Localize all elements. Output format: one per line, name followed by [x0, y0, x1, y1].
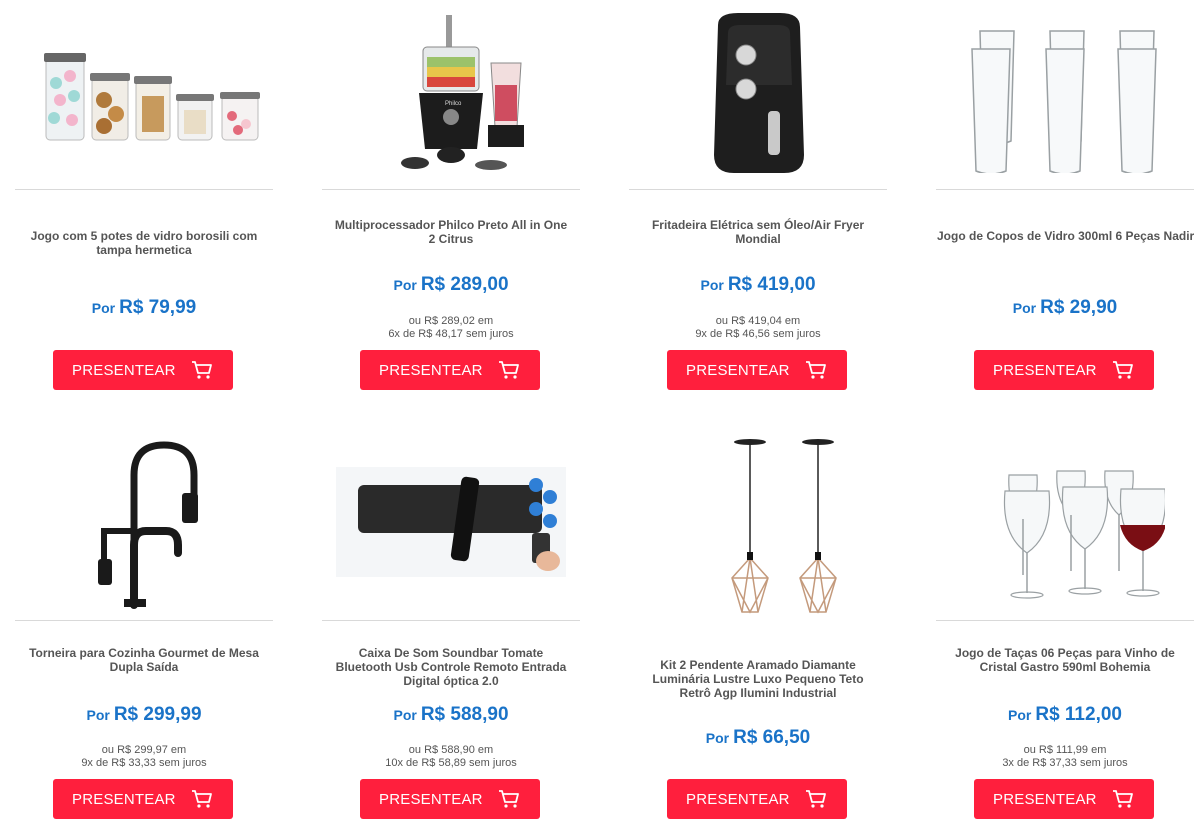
product-price: Por R$ 29,90: [936, 297, 1194, 319]
price-prefix: Por: [86, 707, 110, 723]
shopping-cart-icon: [806, 361, 826, 379]
installment-plan: 3x de R$ 37,33 sem juros: [1002, 757, 1128, 769]
product-image-jars[interactable]: [15, 0, 273, 185]
price-prefix: Por: [393, 707, 417, 723]
brand-text: Philco: [445, 101, 462, 107]
shopping-cart-icon: [806, 790, 826, 808]
price-prefix: Por: [1008, 707, 1032, 723]
button-label: PRESENTEAR: [686, 790, 790, 808]
divider: [322, 189, 580, 190]
shopping-cart-icon: [499, 361, 519, 379]
product-image-wine-glasses[interactable]: [936, 430, 1194, 616]
button-label: PRESENTEAR: [686, 361, 790, 379]
product-image-faucet[interactable]: [15, 430, 273, 616]
product-image-food-processor[interactable]: Philco: [322, 0, 580, 185]
presentear-button[interactable]: PRESENTEAR: [53, 779, 233, 819]
presentear-button[interactable]: PRESENTEAR: [667, 350, 847, 390]
installment-total: ou R$ 588,90 em: [408, 744, 494, 756]
button-label: PRESENTEAR: [72, 790, 176, 808]
product-price: Por R$ 289,00: [322, 274, 580, 296]
price-prefix: Por: [91, 300, 116, 316]
installment-total: ou R$ 419,04 em: [715, 315, 801, 327]
price-value: R$ 66,50: [733, 727, 811, 748]
presentear-button[interactable]: PRESENTEAR: [360, 779, 540, 819]
button-label: PRESENTEAR: [72, 361, 176, 379]
product-title[interactable]: Kit 2 Pendente Aramado Diamante Luminári…: [629, 658, 887, 700]
divider: [936, 620, 1194, 621]
installment-total: ou R$ 111,99 em: [1023, 744, 1107, 756]
shopping-cart-icon: [1113, 361, 1133, 379]
price-prefix: Por: [705, 730, 730, 746]
product-price: Por R$ 79,99: [15, 297, 273, 319]
button-label: PRESENTEAR: [993, 790, 1097, 808]
price-prefix: Por: [700, 277, 724, 293]
product-title[interactable]: Torneira para Cozinha Gourmet de Mesa Du…: [15, 646, 273, 674]
product-title[interactable]: Jogo de Copos de Vidro 300ml 6 Peças Nad…: [936, 229, 1194, 243]
product-image-glasses[interactable]: [936, 0, 1194, 185]
price-value: R$ 79,99: [119, 297, 197, 318]
price-value: R$ 29,90: [1040, 297, 1118, 318]
divider: [15, 620, 273, 621]
installment-info: ou R$ 299,97 em 9x de R$ 33,33 sem juros: [15, 744, 273, 770]
installment-total: ou R$ 299,97 em: [101, 744, 187, 756]
product-title[interactable]: Jogo com 5 potes de vidro borosili com t…: [15, 229, 273, 257]
price-value: R$ 112,00: [1035, 704, 1122, 725]
installment-info: ou R$ 419,04 em 9x de R$ 46,56 sem juros: [629, 315, 887, 341]
button-label: PRESENTEAR: [379, 790, 483, 808]
price-prefix: Por: [393, 277, 417, 293]
divider: [322, 620, 580, 621]
product-price: Por R$ 588,90: [322, 704, 580, 726]
product-price: Por R$ 112,00: [936, 704, 1194, 726]
button-label: PRESENTEAR: [993, 361, 1097, 379]
product-price: Por R$ 419,00: [629, 274, 887, 296]
shopping-cart-icon: [1113, 790, 1133, 808]
product-image-air-fryer[interactable]: [629, 0, 887, 185]
price-value: R$ 419,00: [727, 274, 816, 295]
presentear-button[interactable]: PRESENTEAR: [360, 350, 540, 390]
presentear-button[interactable]: PRESENTEAR: [974, 779, 1154, 819]
shopping-cart-icon: [499, 790, 519, 808]
divider: [15, 189, 273, 190]
installment-plan: 10x de R$ 58,89 sem juros: [385, 757, 517, 769]
shopping-cart-icon: [192, 790, 212, 808]
product-title[interactable]: Fritadeira Elétrica sem Óleo/Air Fryer M…: [629, 218, 887, 246]
presentear-button[interactable]: PRESENTEAR: [667, 779, 847, 819]
product-price: Por R$ 299,99: [15, 704, 273, 726]
installment-plan: 9x de R$ 46,56 sem juros: [695, 328, 821, 340]
shopping-cart-icon: [192, 361, 212, 379]
product-title[interactable]: Jogo de Taças 06 Peças para Vinho de Cri…: [936, 646, 1194, 674]
price-value: R$ 299,99: [113, 704, 202, 725]
price-value: R$ 588,90: [420, 704, 509, 725]
divider: [629, 189, 887, 190]
divider: [936, 189, 1194, 190]
price-value: R$ 289,00: [420, 274, 509, 295]
installment-info: ou R$ 289,02 em 6x de R$ 48,17 sem juros: [322, 315, 580, 341]
button-label: PRESENTEAR: [379, 361, 483, 379]
installment-plan: 9x de R$ 33,33 sem juros: [81, 757, 207, 769]
product-title[interactable]: Caixa De Som Soundbar Tomate Bluetooth U…: [322, 646, 580, 688]
product-image-soundbar[interactable]: [322, 430, 580, 616]
product-price: Por R$ 66,50: [629, 727, 887, 749]
product-image-pendant-lamps[interactable]: [629, 430, 887, 620]
installment-info: ou R$ 111,99 em 3x de R$ 37,33 sem juros: [936, 744, 1194, 770]
product-title[interactable]: Multiprocessador Philco Preto All in One…: [322, 218, 580, 246]
installment-plan: 6x de R$ 48,17 sem juros: [388, 328, 514, 340]
presentear-button[interactable]: PRESENTEAR: [53, 350, 233, 390]
price-prefix: Por: [1012, 300, 1037, 316]
installment-info: ou R$ 588,90 em 10x de R$ 58,89 sem juro…: [322, 744, 580, 770]
installment-total: ou R$ 289,02 em: [408, 315, 494, 327]
presentear-button[interactable]: PRESENTEAR: [974, 350, 1154, 390]
